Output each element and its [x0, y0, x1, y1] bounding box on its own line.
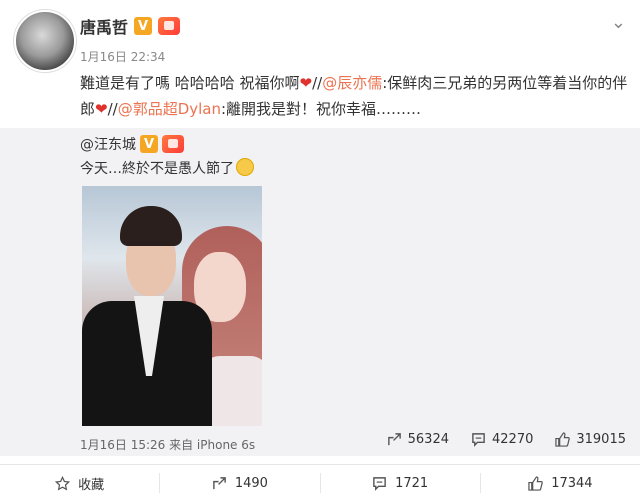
photo-man-hair [120, 206, 182, 246]
verified-icon: V [140, 135, 158, 153]
comment-count: 1721 [395, 475, 429, 491]
share-icon [387, 433, 401, 446]
verified-icon: V [134, 17, 153, 35]
repost-separator: // [312, 74, 323, 92]
quoted-text: 今天…終於不是愚人節了 [80, 158, 254, 178]
star-icon [55, 475, 71, 490]
quoted-photo[interactable] [82, 186, 262, 426]
repost-count: 1490 [234, 475, 268, 491]
chevron-down-icon[interactable]: ⌄ [611, 12, 626, 33]
heart-emoji-icon: ❤ [95, 100, 108, 118]
like-icon [555, 432, 571, 447]
photo-man [82, 206, 212, 426]
post-text: 難道是有了嗎 哈哈哈哈 祝福你啊❤//@辰亦儒:保鲜肉三兄弟的另两位等着当你的伴… [80, 70, 628, 122]
quoted-stats: 56324 42270 319015 [387, 432, 626, 447]
favorite-label: 收藏 [78, 477, 105, 493]
author-avatar[interactable] [14, 10, 76, 72]
weibo-post-card: 唐禹哲 V ⌄ 1月16日 22:34 難道是有了嗎 哈哈哈哈 祝福你啊❤//@… [0, 0, 640, 500]
quoted-author-name[interactable]: @汪东城 [80, 134, 136, 154]
quoted-like-button[interactable]: 319015 [555, 432, 626, 447]
quoted-repost-button[interactable]: 56324 [387, 432, 449, 447]
quoted-meta[interactable]: 1月16日 15:26 来自 iPhone 6s [80, 436, 255, 453]
repost-button[interactable]: 1490 [160, 473, 321, 493]
author-name[interactable]: 唐禹哲 [80, 14, 128, 38]
level-icon [162, 135, 184, 153]
author-row: 唐禹哲 V [80, 14, 181, 38]
quoted-comment-button[interactable]: 42270 [471, 432, 533, 447]
quoted-author-row: @汪东城 V [80, 134, 184, 154]
mention-link[interactable]: @郭品超Dylan [118, 100, 221, 118]
post-text-part1: 難道是有了嗎 哈哈哈哈 祝福你啊 [80, 74, 300, 92]
post-text-part3: :離開我是對！祝你幸福……… [221, 100, 422, 118]
share-icon [213, 476, 226, 489]
quoted-text-content: 今天…終於不是愚人節了 [80, 161, 234, 177]
smile-emoji-icon [236, 158, 254, 176]
level-icon [158, 17, 181, 35]
comment-icon [373, 476, 386, 491]
like-count: 17344 [551, 475, 593, 491]
like-icon [528, 475, 543, 491]
comment-button[interactable]: 1721 [321, 473, 481, 493]
mention-link[interactable]: @辰亦儒 [322, 74, 382, 92]
comment-icon [472, 433, 485, 447]
quoted-comment-count: 42270 [492, 432, 534, 447]
quoted-like-count: 319015 [576, 432, 626, 447]
repost-separator: // [107, 100, 118, 118]
like-button[interactable]: 17344 [481, 473, 640, 493]
favorite-button[interactable]: 收藏 [0, 473, 161, 493]
post-timestamp[interactable]: 1月16日 22:34 [80, 48, 165, 65]
quoted-repost-count: 56324 [407, 432, 449, 447]
action-bar: 收藏 1490 1721 17344 [0, 464, 640, 501]
heart-emoji-icon: ❤ [299, 74, 313, 92]
